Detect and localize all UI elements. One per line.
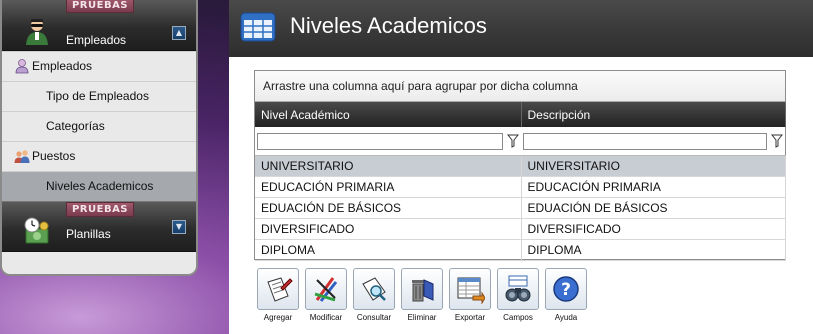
edit-pencils-icon (314, 277, 338, 302)
cell-nivel: UNIVERSITARIO (255, 155, 522, 177)
page-title: Niveles Academicos (290, 13, 487, 38)
cell-nivel: DIPLOMA (255, 239, 522, 261)
table-row[interactable]: UNIVERSITARIO UNIVERSITARIO (255, 155, 786, 177)
sidebar-menu: Empleados Tipo de Empleados Categorías P… (2, 51, 196, 201)
sidebar-item-niveles-academicos[interactable]: Niveles Academicos (2, 171, 196, 201)
filter-input-nivel[interactable] (257, 132, 503, 150)
add-button[interactable]: Agregar (256, 268, 300, 324)
sidebar-item-label: Categorías (46, 119, 105, 133)
sidebar-item-label: Puestos (32, 149, 76, 163)
filter-icon[interactable] (771, 134, 783, 148)
sidebar-item-tipo-empleados[interactable]: Tipo de Empleados (2, 81, 196, 111)
environment-badge: PRUEBAS (66, 0, 134, 13)
column-header-nivel[interactable]: Nivel Académico (255, 102, 522, 127)
export-spreadsheet-icon (457, 277, 485, 304)
cell-descripcion: DIVERSIFICADO (521, 218, 786, 240)
table-row[interactable]: DIVERSIFICADO DIVERSIFICADO (255, 218, 786, 240)
export-button[interactable]: Exportar (448, 268, 492, 324)
trash-icon (412, 279, 434, 302)
person-icon (15, 59, 29, 74)
employee-group-icon (26, 19, 48, 45)
group-title: Planillas (66, 227, 111, 241)
grid-table: Nivel Académico Descripción UNIVERSITARI… (255, 102, 786, 261)
search-document-icon (362, 277, 386, 301)
help-button[interactable]: ? Ayuda (544, 268, 588, 324)
payroll-icon (24, 217, 49, 244)
environment-badge: PRUEBAS (66, 202, 134, 217)
svg-text:?: ? (561, 280, 571, 300)
add-document-icon (267, 277, 293, 302)
sidebar-item-categorias[interactable]: Categorías (2, 111, 196, 141)
group-header-empleados[interactable]: PRUEBAS Empleados ▲ (2, 0, 196, 51)
table-row[interactable]: EDUCACIÓN PRIMARIA EDUCACIÓN PRIMARIA (255, 176, 786, 198)
cell-nivel: EDUCACIÓN PRIMARIA (255, 176, 522, 198)
filter-icon[interactable] (507, 134, 519, 148)
cell-descripcion: EDUCACIÓN PRIMARIA (521, 176, 786, 198)
group-by-drop-zone[interactable]: Arrastre una columna aquí para agrupar p… (255, 71, 785, 102)
binoculars-icon (505, 275, 531, 302)
help-icon: ? (553, 276, 579, 302)
action-toolbar: Agregar Modificar Consultar Eliminar Exp… (256, 268, 588, 324)
sidebar: PRUEBAS Empleados ▲ Empleados Tipo de Em… (0, 0, 198, 276)
cell-descripcion: DIPLOMA (521, 239, 786, 261)
main-panel: Niveles Academicos Arrastre una columna … (229, 0, 813, 334)
group-title: Empleados (66, 33, 127, 47)
column-header-descripcion[interactable]: Descripción (521, 102, 786, 127)
filter-input-descripcion[interactable] (523, 132, 767, 150)
sidebar-item-label: Empleados (32, 59, 93, 73)
sidebar-item-empleados[interactable]: Empleados (2, 51, 196, 81)
edit-button[interactable]: Modificar (304, 268, 348, 324)
query-button[interactable]: Consultar (352, 268, 396, 324)
people-icon (14, 150, 30, 163)
help-button-label: Ayuda (554, 313, 578, 322)
table-icon (240, 12, 276, 42)
table-row[interactable]: EDUACIÓN DE BÁSICOS EDUACIÓN DE BÁSICOS (255, 197, 786, 219)
sidebar-item-label: Niveles Academicos (46, 179, 154, 193)
delete-button[interactable]: Eliminar (400, 268, 444, 324)
cell-nivel: DIVERSIFICADO (255, 218, 522, 240)
cell-nivel: EDUACIÓN DE BÁSICOS (255, 197, 522, 219)
sidebar-item-puestos[interactable]: Puestos (2, 141, 196, 171)
group-header-planillas[interactable]: PRUEBAS Planillas ▼ (2, 201, 196, 252)
collapse-icon[interactable]: ▲ (172, 26, 186, 40)
sidebar-item-label: Tipo de Empleados (46, 89, 149, 103)
table-row[interactable]: DIPLOMA DIPLOMA (255, 239, 786, 261)
page-header: Niveles Academicos (229, 0, 813, 57)
expand-icon[interactable]: ▼ (172, 220, 186, 234)
data-grid: Arrastre una columna aquí para agrupar p… (254, 70, 786, 261)
filter-row (255, 127, 785, 156)
cell-descripcion: UNIVERSITARIO (521, 155, 786, 177)
cell-descripcion: EDUACIÓN DE BÁSICOS (521, 197, 786, 219)
fields-button[interactable]: Campos (496, 268, 540, 324)
